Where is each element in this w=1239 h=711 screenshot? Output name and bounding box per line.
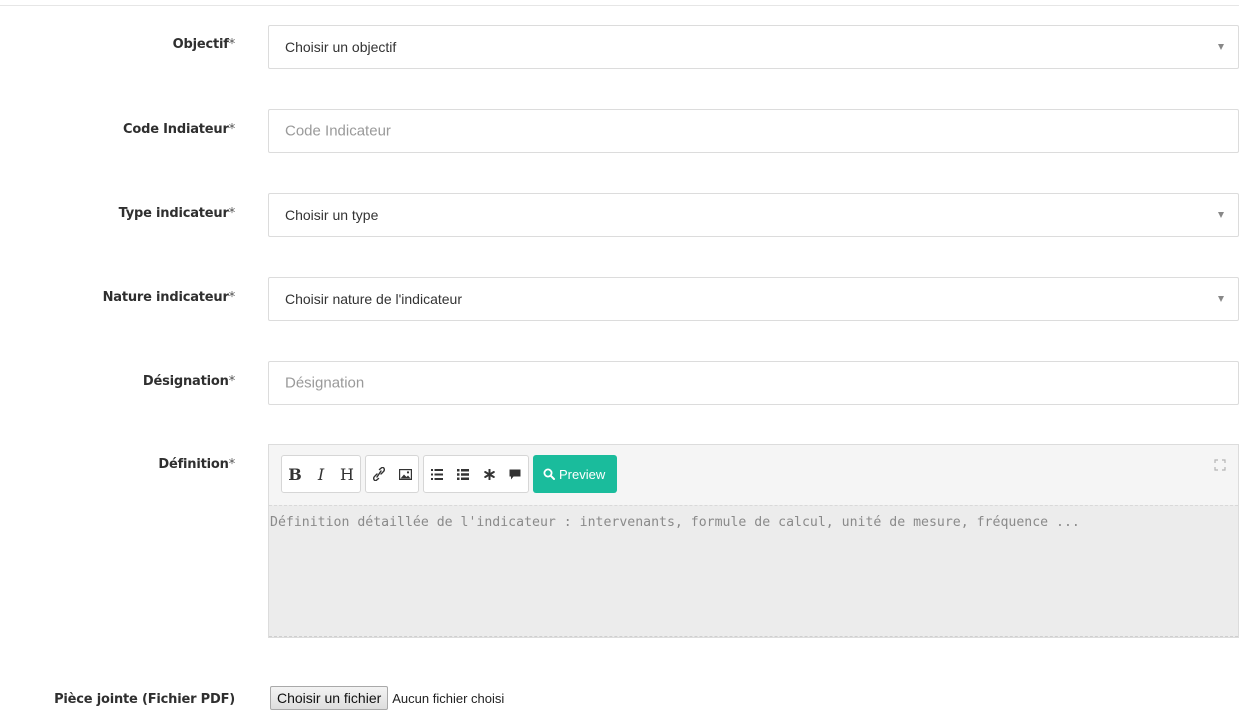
- file-status: Aucun fichier choisi: [392, 690, 505, 706]
- choose-file-button[interactable]: Choisir un fichier: [270, 686, 389, 710]
- code-indicateur-label: Code Indiateur*: [123, 122, 235, 137]
- chevron-down-icon: [1218, 212, 1224, 218]
- objectif-select[interactable]: Choisir un objectif: [268, 25, 1239, 69]
- required-mark: *: [228, 457, 236, 472]
- required-mark: *: [228, 290, 236, 305]
- definition-placeholder: Définition détaillée de l'indicateur : i…: [270, 515, 1080, 530]
- unordered-list-icon: [457, 468, 469, 480]
- image-icon: [398, 468, 412, 480]
- unordered-list-button[interactable]: [450, 456, 476, 492]
- definition-label: Définition*: [158, 457, 235, 472]
- designation-placeholder: Désignation: [285, 374, 365, 392]
- designation-label: Désignation*: [143, 374, 235, 389]
- ordered-list-button[interactable]: [424, 456, 450, 492]
- comment-button[interactable]: [502, 456, 528, 492]
- definition-editor: B I H Preview Définition détaillée de l'…: [268, 444, 1239, 638]
- required-mark: *: [228, 122, 236, 137]
- nature-indicateur-label-text: Nature indicateur: [102, 290, 229, 305]
- link-button[interactable]: [366, 456, 392, 492]
- designation-label-text: Désignation: [142, 374, 229, 389]
- file-input: Choisir un fichier Aucun fichier choisi: [270, 685, 504, 711]
- piece-jointe-label: Pièce jointe (Fichier PDF): [54, 692, 235, 707]
- italic-button[interactable]: I: [308, 456, 334, 492]
- code-indicateur-label-text: Code Indiateur: [123, 122, 229, 137]
- required-mark: *: [228, 374, 236, 389]
- objectif-label: Objectif*: [172, 37, 236, 52]
- asterisk-icon: [483, 468, 495, 480]
- code-indicateur-input[interactable]: Code Indicateur: [268, 109, 1239, 153]
- type-indicateur-select[interactable]: Choisir un type: [268, 193, 1239, 237]
- editor-toolbar: B I H Preview: [281, 455, 618, 493]
- bold-button[interactable]: B: [282, 456, 308, 492]
- designation-input[interactable]: Désignation: [268, 361, 1239, 405]
- type-indicateur-label: Type indicateur*: [118, 206, 236, 221]
- ordered-list-icon: [431, 468, 443, 480]
- type-indicateur-selected-value: Choisir un type: [285, 207, 379, 223]
- chevron-down-icon: [1218, 296, 1224, 302]
- preview-button[interactable]: Preview: [533, 455, 618, 493]
- preview-label: Preview: [559, 466, 606, 482]
- heading-button[interactable]: H: [334, 456, 360, 492]
- nature-indicateur-select[interactable]: Choisir nature de l'indicateur: [268, 277, 1239, 321]
- top-divider: [0, 5, 1239, 6]
- block-group: [423, 455, 529, 493]
- image-button[interactable]: [392, 456, 418, 492]
- comment-icon: [509, 469, 521, 479]
- type-indicateur-label-text: Type indicateur: [118, 206, 229, 221]
- link-icon: [373, 467, 385, 481]
- objectif-label-text: Objectif: [172, 37, 229, 52]
- objectif-selected-value: Choisir un objectif: [285, 39, 397, 55]
- chevron-down-icon: [1218, 44, 1224, 50]
- insert-group: [365, 455, 419, 493]
- required-mark: *: [228, 206, 236, 221]
- required-mark: *: [228, 37, 236, 52]
- text-format-group: B I H: [281, 455, 361, 493]
- asterisk-button[interactable]: [476, 456, 502, 492]
- search-icon: [543, 468, 555, 480]
- nature-indicateur-label: Nature indicateur*: [102, 290, 236, 305]
- code-indicateur-placeholder: Code Indicateur: [285, 122, 391, 140]
- definition-textarea[interactable]: Définition détaillée de l'indicateur : i…: [269, 505, 1238, 637]
- nature-indicateur-selected-value: Choisir nature de l'indicateur: [285, 291, 462, 307]
- fullscreen-icon[interactable]: [1214, 459, 1226, 471]
- definition-label-text: Définition: [158, 457, 229, 472]
